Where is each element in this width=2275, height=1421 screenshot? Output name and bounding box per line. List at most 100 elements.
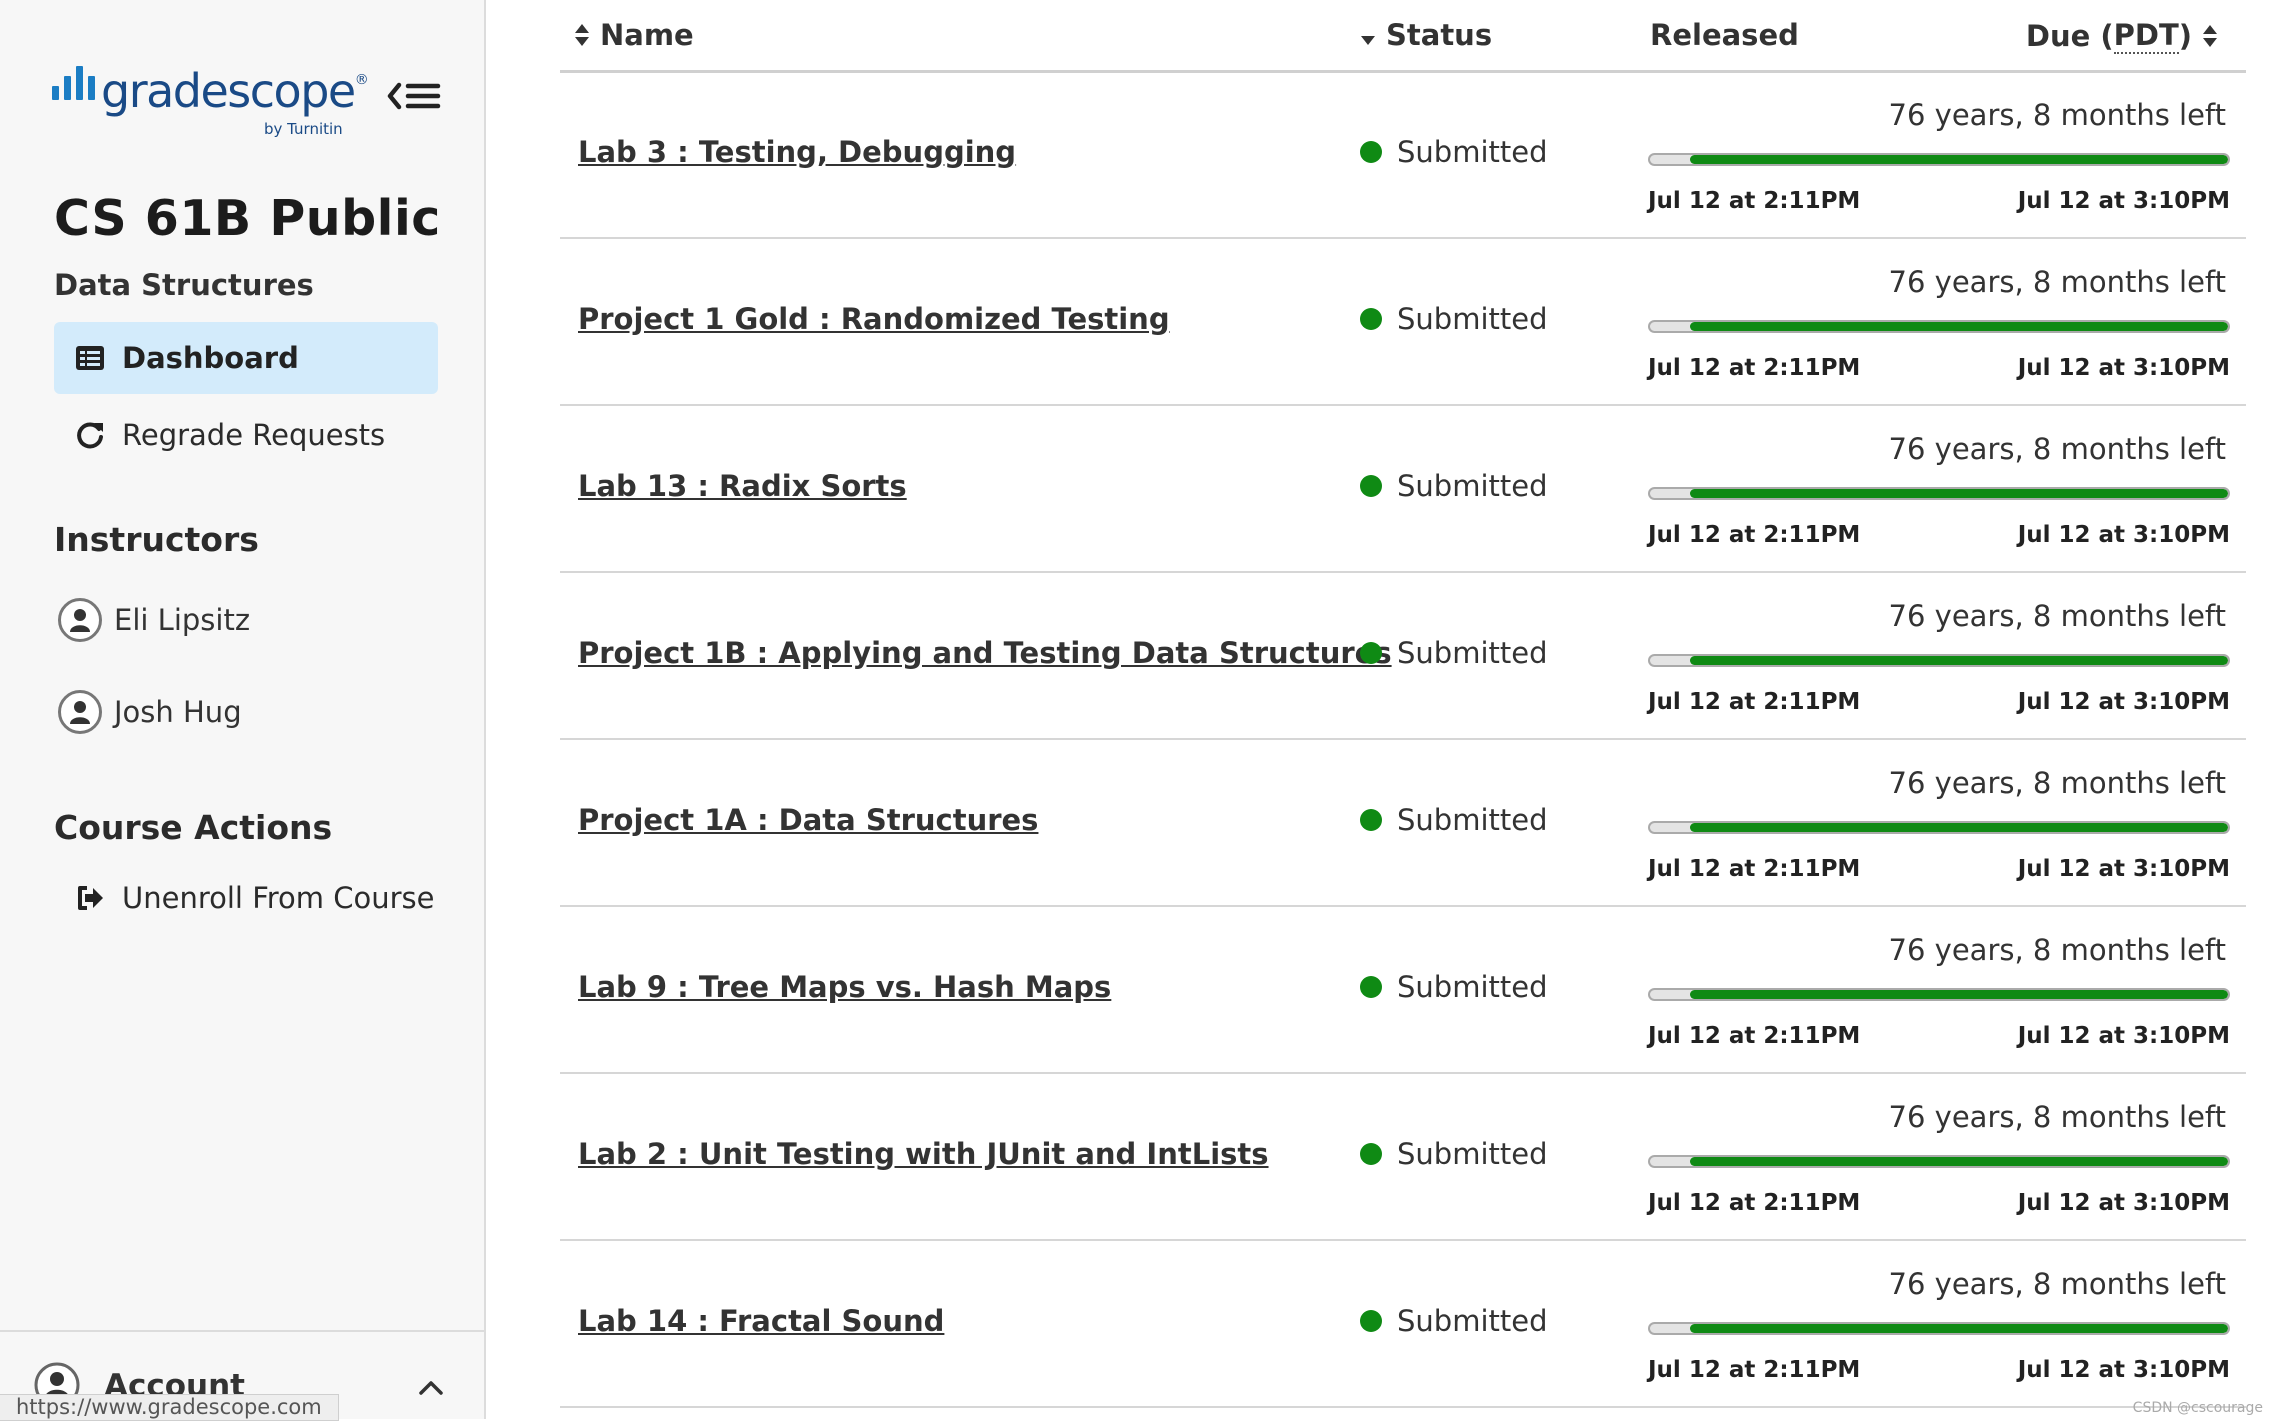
status-text: Submitted — [1397, 1137, 1548, 1171]
status-text: Submitted — [1397, 636, 1548, 670]
column-header-status-label: Status — [1386, 18, 1493, 52]
submission-status: Submitted — [1360, 469, 1548, 503]
assignment-link[interactable]: Project 1A : Data Structures — [578, 803, 1038, 837]
time-progress-bar — [1648, 821, 2230, 834]
unenroll-from-course-button[interactable]: Unenroll From Course — [54, 862, 438, 934]
time-progress-fill — [1690, 489, 2228, 498]
time-progress-bar — [1648, 1155, 2230, 1168]
due-date: Jul 12 at 3:10PM — [2017, 188, 2230, 214]
table-row: Lab 9 : Tree Maps vs. Hash Maps Submitted… — [560, 905, 2246, 1074]
column-header-released: Released — [1650, 18, 1799, 52]
time-remaining: 76 years, 8 months left — [1888, 432, 2226, 466]
course-subtitle: Data Structures — [54, 268, 314, 302]
status-text: Submitted — [1397, 803, 1548, 837]
time-remaining: 76 years, 8 months left — [1888, 933, 2226, 967]
instructors-heading: Instructors — [54, 520, 259, 559]
status-dot-icon — [1360, 1143, 1382, 1165]
released-date: Jul 12 at 2:11PM — [1648, 355, 1861, 381]
due-date: Jul 12 at 3:10PM — [2017, 1190, 2230, 1216]
assignment-link[interactable]: Lab 14 : Fractal Sound — [578, 1304, 944, 1338]
due-date: Jul 12 at 3:10PM — [2017, 522, 2230, 548]
instructor-name: Eli Lipsitz — [114, 603, 251, 637]
due-date: Jul 12 at 3:10PM — [2017, 689, 2230, 715]
table-row: Project 1A : Data Structures Submitted 76 … — [560, 738, 2246, 907]
time-progress-fill — [1690, 1324, 2228, 1333]
assignment-link[interactable]: Project 1 Gold : Randomized Testing — [578, 302, 1170, 336]
column-header-released-label: Released — [1650, 18, 1799, 52]
submission-status: Submitted — [1360, 135, 1548, 169]
status-dot-icon — [1360, 475, 1382, 497]
table-header: Name Status Released Due (PDT) — [560, 0, 2246, 73]
nav-item-regrade-requests[interactable]: Regrade Requests — [54, 399, 438, 471]
course-actions-heading: Course Actions — [54, 808, 333, 847]
chevron-up-icon — [419, 1381, 443, 1395]
nav-label-regrade-requests: Regrade Requests — [122, 418, 386, 452]
time-progress-fill — [1690, 823, 2228, 832]
table-row: Project 1B : Applying and Testing Data S… — [560, 571, 2246, 740]
table-row: Lab 2 : Unit Testing with JUnit and IntL… — [560, 1072, 2246, 1241]
time-remaining: 76 years, 8 months left — [1888, 599, 2226, 633]
due-date: Jul 12 at 3:10PM — [2017, 1357, 2230, 1383]
column-header-due[interactable]: Due (PDT) — [2026, 18, 2218, 54]
status-text: Submitted — [1397, 302, 1548, 336]
nav-label-dashboard: Dashboard — [122, 341, 299, 375]
submission-status: Submitted — [1360, 636, 1548, 670]
released-date: Jul 12 at 2:11PM — [1648, 188, 1861, 214]
due-date: Jul 12 at 3:10PM — [2017, 1023, 2230, 1049]
assignment-link[interactable]: Lab 2 : Unit Testing with JUnit and IntL… — [578, 1137, 1269, 1171]
collapse-sidebar-button[interactable] — [384, 74, 444, 118]
released-date: Jul 12 at 2:11PM — [1648, 522, 1861, 548]
time-remaining: 76 years, 8 months left — [1888, 1100, 2226, 1134]
time-progress-fill — [1690, 656, 2228, 665]
column-header-name[interactable]: Name — [574, 18, 694, 52]
time-progress-fill — [1690, 155, 2228, 164]
time-progress-bar — [1648, 320, 2230, 333]
sort-both-icon — [2202, 24, 2218, 48]
submission-status: Submitted — [1360, 970, 1548, 1004]
user-avatar-icon — [58, 598, 102, 642]
status-text: Submitted — [1397, 135, 1548, 169]
logo-registered: ® — [354, 72, 369, 88]
due-suffix: ) — [2178, 19, 2192, 53]
time-progress-bar — [1648, 487, 2230, 500]
table-row: Lab 3 : Testing, Debugging Submitted 76 ye… — [560, 70, 2246, 239]
collapse-menu-icon — [387, 82, 441, 110]
instructor-josh-hug[interactable]: Josh Hug — [58, 680, 242, 744]
time-progress-fill — [1690, 990, 2228, 999]
column-header-status[interactable]: Status — [1360, 18, 1492, 52]
submission-status: Submitted — [1360, 1304, 1548, 1338]
sort-descending-icon — [1360, 24, 1376, 46]
time-progress-bar — [1648, 988, 2230, 1001]
status-dot-icon — [1360, 141, 1382, 163]
time-remaining: 76 years, 8 months left — [1888, 98, 2226, 132]
sign-out-icon — [70, 878, 110, 918]
link-status-url: https://www.gradescope.com — [0, 1394, 339, 1421]
submission-status: Submitted — [1360, 1137, 1548, 1171]
instructor-eli-lipsitz[interactable]: Eli Lipsitz — [58, 588, 250, 652]
assignment-link[interactable]: Project 1B : Applying and Testing Data S… — [578, 636, 1392, 670]
due-prefix: Due ( — [2025, 19, 2114, 53]
assignment-link[interactable]: Lab 3 : Testing, Debugging — [578, 135, 1016, 169]
assignment-link[interactable]: Lab 9 : Tree Maps vs. Hash Maps — [578, 970, 1111, 1004]
sort-both-icon — [574, 23, 590, 47]
due-date: Jul 12 at 3:10PM — [2017, 355, 2230, 381]
sidebar: gradescope ® by Turnitin CS 61B Public D… — [0, 0, 486, 1421]
refresh-icon — [70, 415, 110, 455]
table-row: Lab 14 : Fractal Sound Submitted 76 years,… — [560, 1239, 2246, 1408]
released-date: Jul 12 at 2:11PM — [1648, 1023, 1861, 1049]
submission-status: Submitted — [1360, 803, 1548, 837]
logo-by-turnitin: by Turnitin — [264, 120, 343, 138]
assignment-link[interactable]: Lab 13 : Radix Sorts — [578, 469, 907, 503]
instructor-name: Josh Hug — [114, 695, 242, 729]
gradescope-logo[interactable]: gradescope ® by Turnitin — [52, 66, 369, 138]
status-dot-icon — [1360, 642, 1382, 664]
unenroll-label: Unenroll From Course — [122, 881, 435, 915]
column-header-name-label: Name — [600, 18, 694, 52]
submission-status: Submitted — [1360, 302, 1548, 336]
time-remaining: 76 years, 8 months left — [1888, 1267, 2226, 1301]
table-row: Lab 13 : Radix Sorts Submitted 76 years, 8… — [560, 404, 2246, 573]
status-text: Submitted — [1397, 1304, 1548, 1338]
logo-bars-icon — [52, 66, 95, 100]
nav-item-dashboard[interactable]: Dashboard — [54, 322, 438, 394]
status-text: Submitted — [1397, 970, 1548, 1004]
